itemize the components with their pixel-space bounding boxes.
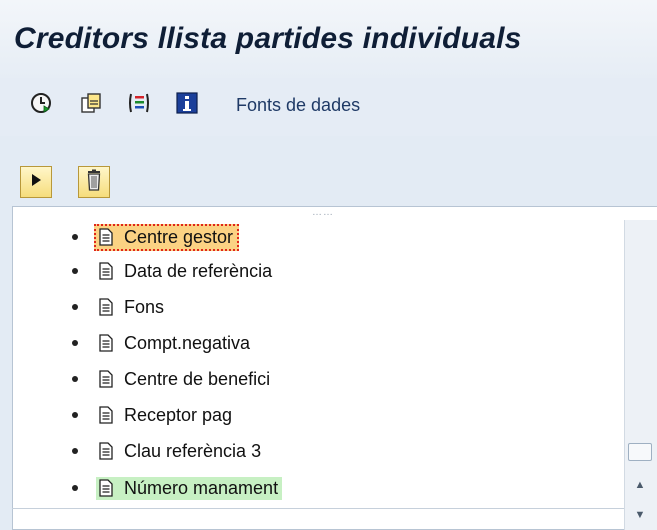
columns-icon[interactable] bbox=[128, 92, 150, 114]
title-bar: Creditors llista partides individuals bbox=[0, 0, 657, 79]
bullet-icon bbox=[72, 234, 78, 240]
document-icon bbox=[98, 405, 114, 425]
info-icon[interactable] bbox=[176, 92, 198, 114]
trash-icon bbox=[85, 169, 103, 196]
list-item-label: Número manament bbox=[124, 477, 279, 498]
scroll-down-arrow-icon[interactable]: ▼ bbox=[630, 508, 650, 522]
scroll-up-arrow-icon[interactable]: ▲ bbox=[630, 478, 650, 492]
bullet-icon bbox=[72, 485, 78, 491]
list-item-compt-negativa[interactable]: Compt.negativa bbox=[72, 330, 254, 356]
document-icon bbox=[98, 297, 114, 317]
divider bbox=[12, 508, 624, 509]
list-item-label: Centre de benefici bbox=[124, 368, 271, 389]
bullet-icon bbox=[72, 268, 78, 274]
list-item-clau-referencia-3[interactable]: Clau referència 3 bbox=[72, 438, 265, 464]
copy-variant-icon[interactable] bbox=[80, 92, 102, 114]
list-item-fons[interactable]: Fons bbox=[72, 294, 168, 320]
bullet-icon bbox=[72, 340, 78, 346]
item-box: Receptor pag bbox=[96, 404, 236, 427]
splitter-grip[interactable]: …… bbox=[312, 208, 334, 218]
document-icon bbox=[98, 369, 114, 389]
list-item-label: Receptor pag bbox=[124, 404, 233, 425]
list-item-centre-gestor[interactable]: Centre gestor bbox=[72, 223, 240, 251]
item-box: Data de referència bbox=[96, 260, 276, 283]
item-box: Centre de benefici bbox=[96, 368, 274, 391]
highlighted-item: Número manament bbox=[96, 476, 283, 500]
list-item-label: Compt.negativa bbox=[124, 332, 251, 353]
execute-button[interactable] bbox=[20, 166, 52, 198]
scrollbar-thumb[interactable] bbox=[628, 443, 652, 461]
list-item-label: Fons bbox=[124, 296, 165, 317]
page-title: Creditors llista partides individuals bbox=[14, 22, 522, 55]
execute-clock-icon[interactable] bbox=[30, 92, 52, 114]
focused-item: Centre gestor bbox=[94, 223, 240, 251]
bullet-icon bbox=[72, 304, 78, 310]
document-icon bbox=[98, 478, 114, 498]
document-icon bbox=[98, 333, 114, 353]
list-item-label: Clau referència 3 bbox=[124, 440, 262, 461]
item-box: Clau referència 3 bbox=[96, 440, 265, 463]
item-box: Fons bbox=[96, 296, 168, 319]
list-item-label: Data de referència bbox=[124, 260, 273, 281]
execute-icon bbox=[29, 172, 43, 193]
bullet-icon bbox=[72, 448, 78, 454]
bullet-icon bbox=[72, 412, 78, 418]
list-item-centre-de-benefici[interactable]: Centre de benefici bbox=[72, 366, 274, 392]
document-icon bbox=[98, 261, 114, 281]
delete-button[interactable] bbox=[78, 166, 110, 198]
data-sources-link[interactable]: Fonts de dades bbox=[236, 95, 360, 116]
document-icon bbox=[98, 441, 114, 461]
document-icon bbox=[98, 227, 114, 247]
list-item-receptor-pag[interactable]: Receptor pag bbox=[72, 402, 236, 428]
item-box: Compt.negativa bbox=[96, 332, 254, 355]
list-item-label: Centre gestor bbox=[124, 226, 234, 247]
list-item-data-de-referencia[interactable]: Data de referència bbox=[72, 258, 276, 284]
list-item-numero-manament[interactable]: Número manament bbox=[72, 475, 283, 501]
bullet-icon bbox=[72, 376, 78, 382]
